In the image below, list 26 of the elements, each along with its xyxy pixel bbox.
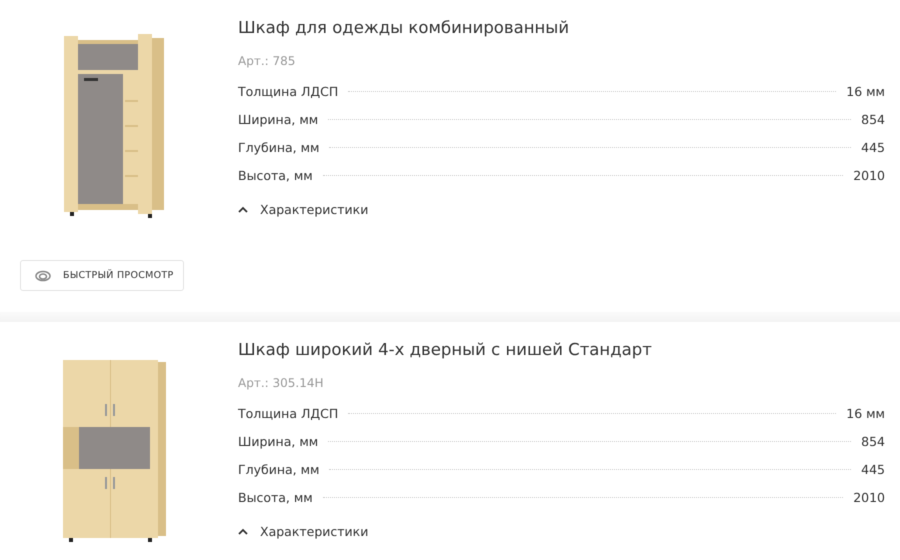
spec-value: 854: [861, 434, 885, 449]
spec-name: Глубина, мм: [238, 462, 320, 477]
caret-icon: [238, 204, 248, 214]
spec-value: 2010: [853, 490, 885, 505]
spec-value: 445: [861, 462, 885, 477]
spec-name: Толщина ЛДСП: [238, 84, 338, 99]
spec-name: Толщина ЛДСП: [238, 406, 338, 421]
spec-value: 16 мм: [846, 84, 885, 99]
spec-value: 854: [861, 112, 885, 127]
spec-value: 16 мм: [846, 406, 885, 421]
spec-value: 445: [861, 140, 885, 155]
spec-name: Ширина, мм: [238, 112, 318, 127]
article-number: Арт.: 305.14Н: [238, 376, 324, 390]
spec-name: Глубина, мм: [238, 140, 320, 155]
characteristics-toggle[interactable]: Характеристики: [238, 202, 368, 217]
eye-icon: [35, 270, 51, 282]
product-title[interactable]: Шкаф для одежды комбинированный: [238, 18, 885, 38]
quick-view-button[interactable]: БЫСТРЫЙ ПРОСМОТР: [20, 260, 184, 291]
spec-name: Ширина, мм: [238, 434, 318, 449]
spec-name: Высота, мм: [238, 490, 313, 505]
article-number: Арт.: 785: [238, 54, 296, 68]
characteristics-toggle[interactable]: Характеристики: [238, 524, 368, 539]
caret-icon: [238, 526, 248, 536]
spec-name: Высота, мм: [238, 168, 313, 183]
spec-value: 2010: [853, 168, 885, 183]
product-title[interactable]: Шкаф широкий 4-х дверный с нишей Стандарт: [238, 340, 885, 360]
